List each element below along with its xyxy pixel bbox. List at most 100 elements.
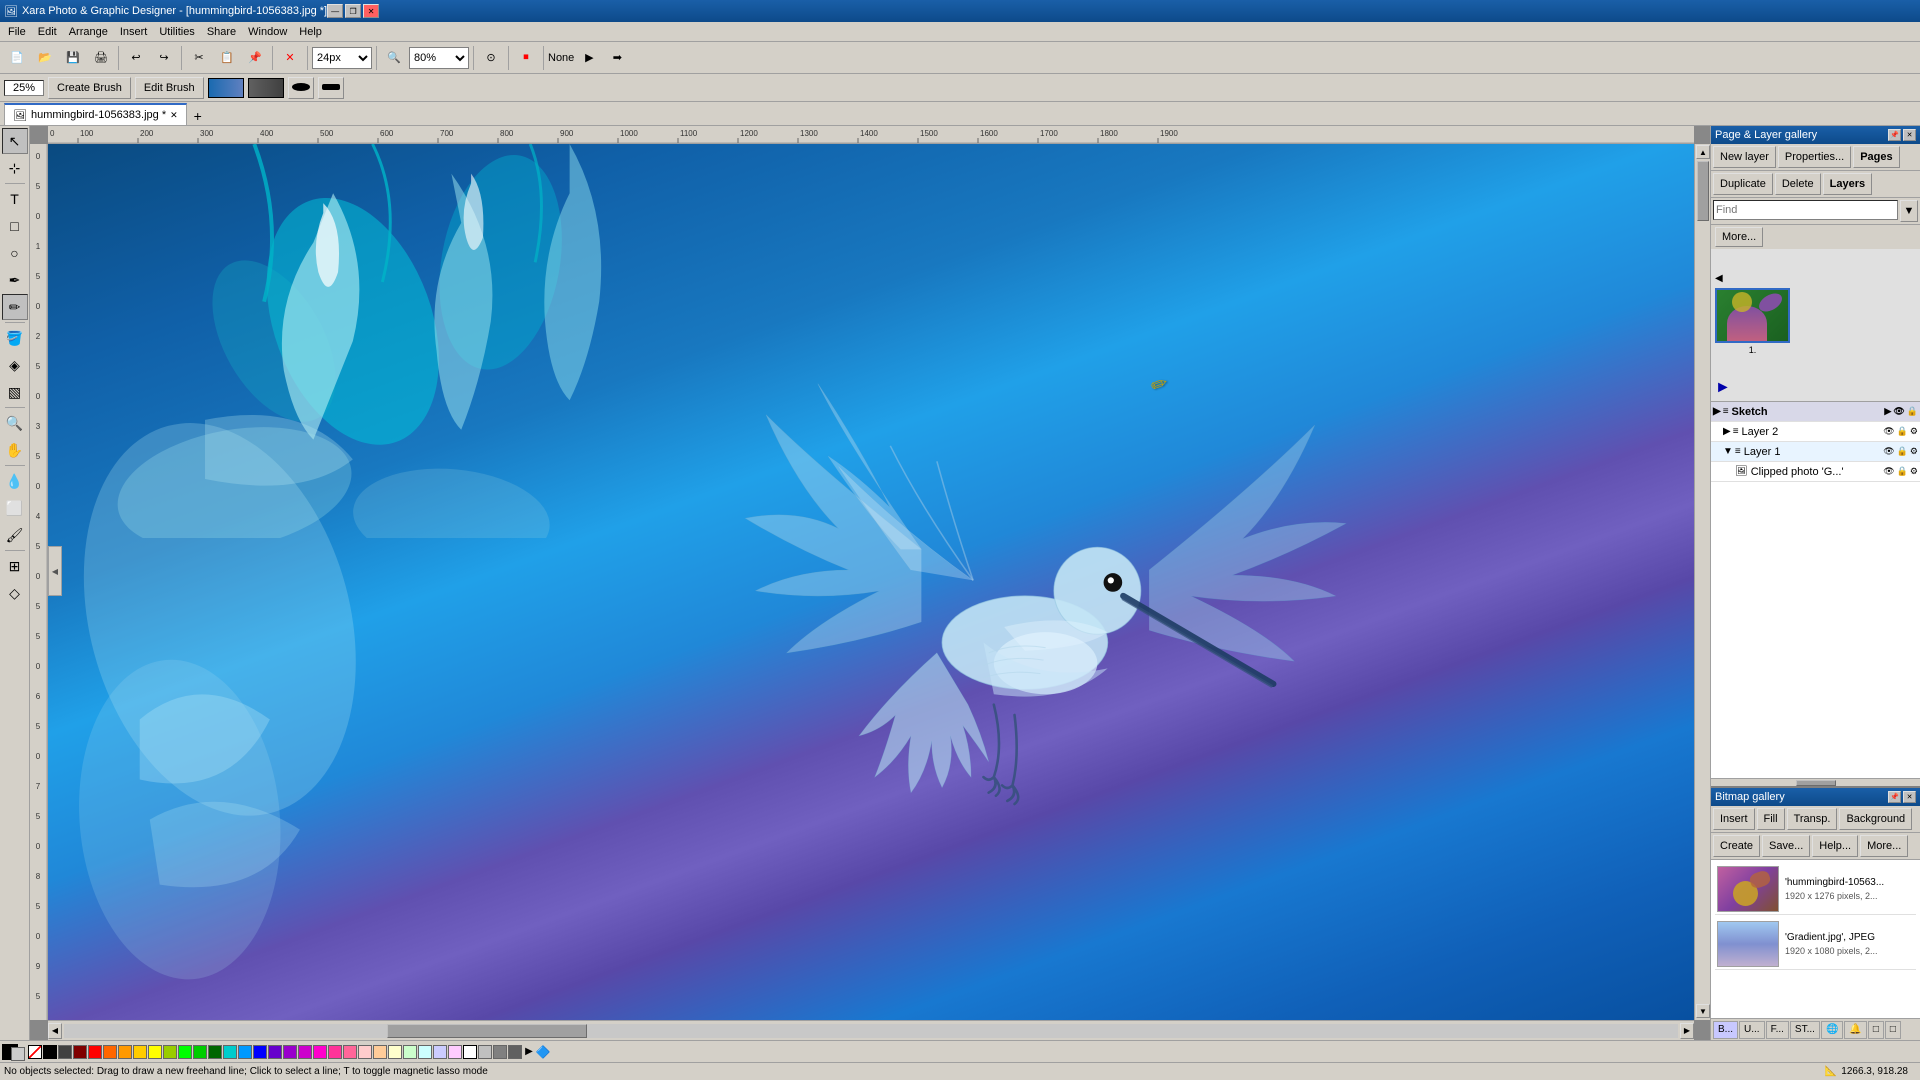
open-button[interactable]: 📂 xyxy=(32,45,58,71)
brush-type-1[interactable] xyxy=(288,77,314,99)
color-picker-tool[interactable]: 💧 xyxy=(2,468,28,494)
redo-button[interactable]: ↪ xyxy=(151,45,177,71)
color-darkgray[interactable] xyxy=(58,1045,72,1059)
clipped-photo-action-2[interactable]: 🔒 xyxy=(1897,466,1908,477)
vertical-scroll-thumb[interactable] xyxy=(1697,161,1709,221)
color-preview-1[interactable] xyxy=(208,78,244,98)
right-tab-u[interactable]: U... xyxy=(1739,1021,1765,1039)
next-page-arrow[interactable]: ► xyxy=(1715,359,1731,397)
color-pink[interactable] xyxy=(343,1045,357,1059)
color-lime[interactable] xyxy=(163,1045,177,1059)
delete-button[interactable]: Delete xyxy=(1775,173,1821,195)
color-lightblue[interactable] xyxy=(238,1045,252,1059)
color-light-magenta[interactable] xyxy=(448,1045,462,1059)
layers-tab-button[interactable]: Layers xyxy=(1823,173,1872,195)
close-button[interactable]: ✕ xyxy=(363,4,379,18)
color-dgray2[interactable] xyxy=(508,1045,522,1059)
stop-button[interactable]: ⏹ xyxy=(513,45,539,71)
bitmap-item-gradient[interactable]: 'Gradient.jpg', JPEG 1920 x 1080 pixels,… xyxy=(1715,919,1916,970)
menu-file[interactable]: File xyxy=(2,24,32,40)
none-color[interactable] xyxy=(28,1045,42,1059)
gallery-pin-button[interactable]: 📌 xyxy=(1888,129,1901,141)
help-button[interactable]: Help... xyxy=(1812,835,1858,857)
bitmap-item-hummingbird[interactable]: 'hummingbird-10563... 1920 x 1276 pixels… xyxy=(1715,864,1916,915)
color-gold[interactable] xyxy=(133,1045,147,1059)
color-light-cyan[interactable] xyxy=(418,1045,432,1059)
panel-resize-thumb[interactable] xyxy=(1796,780,1836,786)
color-darkred[interactable] xyxy=(73,1045,87,1059)
fill-button[interactable]: Fill xyxy=(1757,808,1785,830)
vertical-scrollbar[interactable]: ▲ ▼ xyxy=(1694,144,1710,1020)
color-light-green[interactable] xyxy=(403,1045,417,1059)
color-white[interactable] xyxy=(463,1045,477,1059)
find-input[interactable] xyxy=(1713,200,1898,220)
restore-button[interactable]: ❐ xyxy=(345,4,361,18)
pen-tool[interactable]: ✒ xyxy=(2,267,28,293)
minimize-button[interactable]: — xyxy=(327,4,343,18)
bevel-tool[interactable]: ◇ xyxy=(2,580,28,606)
create-button[interactable]: Create xyxy=(1713,835,1760,857)
scroll-up-button[interactable]: ▲ xyxy=(1696,145,1710,159)
color-hot-pink[interactable] xyxy=(328,1045,342,1059)
transp-button[interactable]: Transp. xyxy=(1787,808,1838,830)
properties-button[interactable]: Properties... xyxy=(1778,146,1851,168)
layer-1[interactable]: ▼ ≡ Layer 1 👁 🔒 ⚙ xyxy=(1711,442,1920,462)
sketch-action-1[interactable]: ▶ xyxy=(1884,406,1891,417)
color-lavender[interactable] xyxy=(433,1045,447,1059)
zoom-select[interactable]: 80%50%100%200% xyxy=(409,47,469,69)
add-tab-button[interactable]: + xyxy=(189,107,207,125)
reset-button[interactable]: ⊙ xyxy=(478,45,504,71)
right-tab-b[interactable]: B... xyxy=(1713,1021,1738,1039)
layer2-action-3[interactable]: ⚙ xyxy=(1910,426,1918,437)
undo-button[interactable]: ↩ xyxy=(123,45,149,71)
horizontal-scrollbar[interactable]: ◀ ▶ xyxy=(48,1020,1694,1040)
color-end-marker[interactable]: 🔷 xyxy=(536,1045,550,1059)
layer-sketch[interactable]: ▶ ≡ Sketch ▶ 👁 🔒 xyxy=(1711,402,1920,422)
color-amber[interactable] xyxy=(118,1045,132,1059)
brush-tool[interactable]: 🖌 xyxy=(2,522,28,548)
paste-button[interactable]: 📌 xyxy=(242,45,268,71)
ellipse-tool[interactable]: ○ xyxy=(2,240,28,266)
canvas[interactable]: ✏ xyxy=(48,144,1694,1020)
clipped-photo-action-3[interactable]: ⚙ xyxy=(1910,466,1918,477)
color-preview-2[interactable] xyxy=(248,78,284,98)
insert-button[interactable]: Insert xyxy=(1713,808,1755,830)
hscroll-track[interactable] xyxy=(64,1024,1678,1038)
color-orange[interactable] xyxy=(103,1045,117,1059)
color-magenta[interactable] xyxy=(298,1045,312,1059)
create-brush-button[interactable]: Create Brush xyxy=(48,77,131,99)
horizontal-scroll-thumb[interactable] xyxy=(387,1024,587,1038)
page-1-thumbnail[interactable] xyxy=(1715,288,1790,343)
color-light-pink[interactable] xyxy=(358,1045,372,1059)
transparency-tool[interactable]: ◈ xyxy=(2,352,28,378)
prev-page-arrow[interactable]: ◀ xyxy=(1715,253,1723,284)
clipped-photo-action-1[interactable]: 👁 xyxy=(1883,466,1894,477)
eraser-tool[interactable]: ⬜ xyxy=(2,495,28,521)
duplicate-button[interactable]: Duplicate xyxy=(1713,173,1773,195)
scroll-left-button[interactable]: ◀ xyxy=(48,1023,62,1039)
clipped-photo-item[interactable]: 🖼 Clipped photo 'G...' 👁 🔒 ⚙ xyxy=(1711,462,1920,482)
right-tab-globe[interactable]: 🌐 xyxy=(1821,1021,1843,1039)
save-button[interactable]: 💾 xyxy=(60,45,86,71)
color-blue[interactable] xyxy=(253,1045,267,1059)
more-button[interactable]: More... xyxy=(1715,227,1763,247)
color-red[interactable] xyxy=(88,1045,102,1059)
fill-tool[interactable]: 🪣 xyxy=(2,325,28,351)
print-button[interactable]: 🖨 xyxy=(88,45,114,71)
color-green[interactable] xyxy=(193,1045,207,1059)
menu-help[interactable]: Help xyxy=(293,24,328,40)
tab-hummingbird[interactable]: 🖼 hummingbird-1056383.jpg * ✕ xyxy=(4,103,187,125)
freehand-tool[interactable]: ✏ xyxy=(2,294,28,320)
layer1-action-3[interactable]: ⚙ xyxy=(1910,446,1918,457)
menu-arrange[interactable]: Arrange xyxy=(63,24,114,40)
right-tab-sq1[interactable]: □ xyxy=(1868,1021,1884,1039)
brush-size-select[interactable]: 24px12px36px xyxy=(312,47,372,69)
pages-tab-button[interactable]: Pages xyxy=(1853,146,1899,168)
background-button[interactable]: Background xyxy=(1839,808,1912,830)
color-yellow[interactable] xyxy=(148,1045,162,1059)
bitmap-gallery-close[interactable]: ✕ xyxy=(1903,791,1916,803)
copy-button[interactable]: 📋 xyxy=(214,45,240,71)
selector-tool[interactable]: ↖ xyxy=(2,128,28,154)
color-violet[interactable] xyxy=(283,1045,297,1059)
rectangle-tool[interactable]: □ xyxy=(2,213,28,239)
